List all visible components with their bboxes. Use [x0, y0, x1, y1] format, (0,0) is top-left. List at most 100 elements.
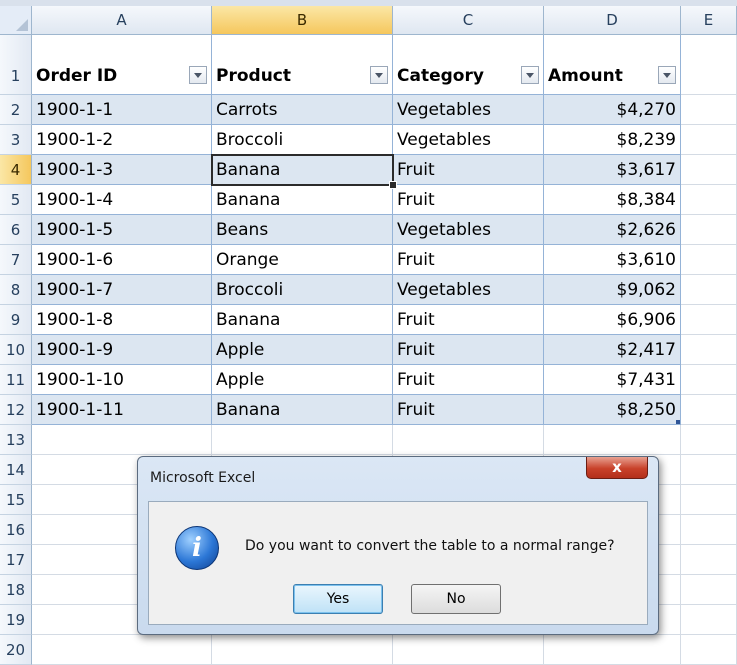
empty-cell[interactable]: [393, 635, 544, 665]
empty-cell[interactable]: [681, 485, 737, 515]
empty-cell[interactable]: [681, 395, 737, 425]
empty-cell[interactable]: [681, 605, 737, 635]
table-cell[interactable]: Vegetables: [393, 125, 544, 155]
empty-cell[interactable]: [544, 635, 681, 665]
no-button[interactable]: No: [411, 584, 501, 614]
table-resize-handle[interactable]: [676, 420, 680, 424]
table-cell[interactable]: $2,626: [544, 215, 681, 245]
close-button[interactable]: x: [586, 457, 648, 479]
table-cell[interactable]: $9,062: [544, 275, 681, 305]
row-header-20[interactable]: 20: [0, 635, 32, 665]
empty-cell[interactable]: [681, 515, 737, 545]
row-header-7[interactable]: 7: [0, 245, 32, 275]
table-cell[interactable]: Banana: [212, 305, 393, 335]
table-cell[interactable]: Broccoli: [212, 275, 393, 305]
empty-cell[interactable]: [32, 635, 212, 665]
table-cell[interactable]: $8,250: [544, 395, 681, 425]
empty-cell[interactable]: [681, 35, 737, 95]
row-header-14[interactable]: 14: [0, 455, 32, 485]
table-cell[interactable]: Fruit: [393, 185, 544, 215]
empty-cell[interactable]: [32, 425, 212, 455]
row-header-6[interactable]: 6: [0, 215, 32, 245]
table-cell[interactable]: $7,431: [544, 365, 681, 395]
table-header-amount[interactable]: Amount: [544, 35, 681, 95]
table-header-product[interactable]: Product: [212, 35, 393, 95]
table-cell[interactable]: $8,384: [544, 185, 681, 215]
empty-cell[interactable]: [681, 365, 737, 395]
table-cell[interactable]: Carrots: [212, 95, 393, 125]
table-cell[interactable]: $8,239: [544, 125, 681, 155]
filter-dropdown-icon[interactable]: [658, 66, 676, 84]
select-all-corner[interactable]: [0, 6, 32, 35]
empty-cell[interactable]: [681, 125, 737, 155]
row-header-10[interactable]: 10: [0, 335, 32, 365]
table-cell[interactable]: Broccoli: [212, 125, 393, 155]
table-cell[interactable]: $3,610: [544, 245, 681, 275]
empty-cell[interactable]: [681, 335, 737, 365]
empty-cell[interactable]: [212, 425, 393, 455]
empty-cell[interactable]: [681, 155, 737, 185]
fill-handle[interactable]: [389, 181, 397, 189]
table-cell[interactable]: $3,617: [544, 155, 681, 185]
convert-range-dialog[interactable]: Microsoft Excel x i Do you want to conve…: [137, 456, 659, 635]
yes-button[interactable]: Yes: [293, 584, 383, 614]
table-cell[interactable]: Fruit: [393, 155, 544, 185]
column-header-b[interactable]: B: [212, 6, 393, 35]
row-header-17[interactable]: 17: [0, 545, 32, 575]
table-cell[interactable]: 1900-1-9: [32, 335, 212, 365]
table-cell[interactable]: 1900-1-8: [32, 305, 212, 335]
column-header-e[interactable]: E: [681, 6, 737, 35]
table-cell[interactable]: Fruit: [393, 335, 544, 365]
column-header-a[interactable]: A: [32, 6, 212, 35]
table-cell[interactable]: Beans: [212, 215, 393, 245]
table-cell[interactable]: Vegetables: [393, 275, 544, 305]
table-cell[interactable]: $2,417: [544, 335, 681, 365]
row-header-12[interactable]: 12: [0, 395, 32, 425]
table-cell[interactable]: Banana: [212, 155, 393, 185]
empty-cell[interactable]: [212, 635, 393, 665]
empty-cell[interactable]: [681, 245, 737, 275]
empty-cell[interactable]: [681, 455, 737, 485]
table-cell[interactable]: Apple: [212, 365, 393, 395]
row-header-16[interactable]: 16: [0, 515, 32, 545]
table-cell[interactable]: Vegetables: [393, 95, 544, 125]
table-cell[interactable]: $6,906: [544, 305, 681, 335]
table-header-category[interactable]: Category: [393, 35, 544, 95]
row-header-19[interactable]: 19: [0, 605, 32, 635]
column-header-c[interactable]: C: [393, 6, 544, 35]
filter-dropdown-icon[interactable]: [370, 66, 388, 84]
row-header-5[interactable]: 5: [0, 185, 32, 215]
row-header-3[interactable]: 3: [0, 125, 32, 155]
filter-dropdown-icon[interactable]: [521, 66, 539, 84]
table-cell[interactable]: Apple: [212, 335, 393, 365]
row-header-18[interactable]: 18: [0, 575, 32, 605]
row-header-1[interactable]: 1: [0, 35, 32, 95]
row-header-15[interactable]: 15: [0, 485, 32, 515]
table-cell[interactable]: Fruit: [393, 395, 544, 425]
table-cell[interactable]: Vegetables: [393, 215, 544, 245]
row-header-8[interactable]: 8: [0, 275, 32, 305]
table-cell[interactable]: Banana: [212, 185, 393, 215]
empty-cell[interactable]: [681, 425, 737, 455]
table-cell[interactable]: 1900-1-10: [32, 365, 212, 395]
table-cell[interactable]: 1900-1-4: [32, 185, 212, 215]
empty-cell[interactable]: [393, 425, 544, 455]
table-cell[interactable]: Fruit: [393, 365, 544, 395]
table-cell[interactable]: 1900-1-2: [32, 125, 212, 155]
row-header-9[interactable]: 9: [0, 305, 32, 335]
empty-cell[interactable]: [681, 95, 737, 125]
table-cell[interactable]: 1900-1-7: [32, 275, 212, 305]
table-header-order-id[interactable]: Order ID: [32, 35, 212, 95]
empty-cell[interactable]: [681, 215, 737, 245]
empty-cell[interactable]: [681, 305, 737, 335]
row-header-13[interactable]: 13: [0, 425, 32, 455]
empty-cell[interactable]: [544, 425, 681, 455]
table-cell[interactable]: Banana: [212, 395, 393, 425]
table-cell[interactable]: Orange: [212, 245, 393, 275]
empty-cell[interactable]: [681, 545, 737, 575]
row-header-4[interactable]: 4: [0, 155, 32, 185]
table-cell[interactable]: 1900-1-5: [32, 215, 212, 245]
row-header-11[interactable]: 11: [0, 365, 32, 395]
table-cell[interactable]: Fruit: [393, 245, 544, 275]
table-cell[interactable]: 1900-1-3: [32, 155, 212, 185]
